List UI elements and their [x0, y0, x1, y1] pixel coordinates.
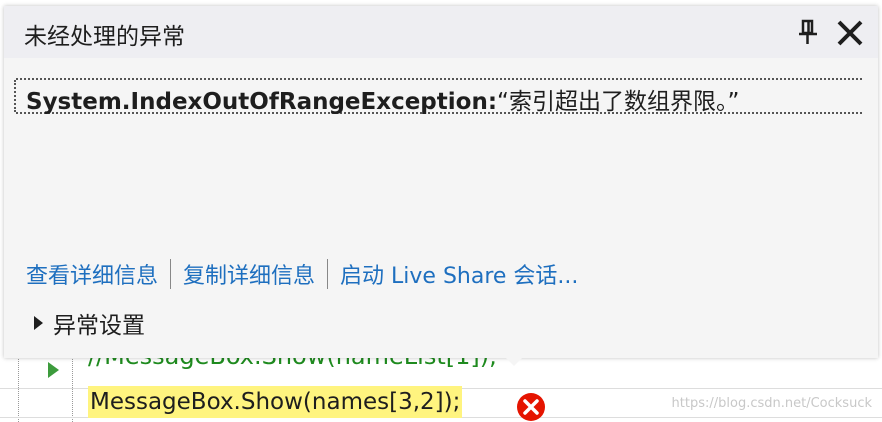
popup-title: 未经处理的异常	[24, 24, 185, 50]
watermark: https://blog.csdn.net/Cocksuck	[671, 396, 872, 411]
start-live-share-link[interactable]: 启动 Live Share 会话...	[340, 258, 578, 290]
exception-message-line: System.IndexOutOfRangeException:“索引超出了数组…	[26, 82, 739, 116]
exception-type: System.IndexOutOfRangeException:	[26, 89, 498, 115]
popup-header: 未经处理的异常	[4, 6, 878, 58]
exception-settings-toggle[interactable]: 异常设置	[30, 306, 145, 339]
popup-pointer	[500, 352, 528, 366]
copy-details-link[interactable]: 复制详细信息	[183, 258, 315, 290]
triangle-right-icon	[34, 316, 43, 330]
link-divider	[170, 259, 172, 289]
code-editor[interactable]: //MessageBox.Show(nameList[1]); MessageB…	[0, 352, 882, 422]
code-line-current[interactable]: MessageBox.Show(names[3,2]);	[88, 386, 463, 418]
exception-message-box[interactable]: System.IndexOutOfRangeException:“索引超出了数组…	[16, 78, 862, 116]
exception-helper-popup: 未经处理的异常 System.IndexOutOfRangeException:…	[4, 6, 878, 358]
close-icon[interactable]	[834, 18, 866, 48]
screen: //MessageBox.Show(nameList[1]); MessageB…	[0, 0, 882, 422]
run-to-click-icon[interactable]	[48, 362, 59, 378]
pin-icon[interactable]	[794, 18, 822, 46]
exception-message: “索引超出了数组界限。”	[497, 89, 740, 115]
link-divider	[327, 259, 329, 289]
view-details-link[interactable]: 查看详细信息	[26, 258, 158, 290]
error-icon[interactable]	[516, 392, 546, 422]
exception-settings-label: 异常设置	[53, 313, 145, 339]
action-links: 查看详细信息 复制详细信息 启动 Live Share 会话...	[26, 258, 578, 294]
